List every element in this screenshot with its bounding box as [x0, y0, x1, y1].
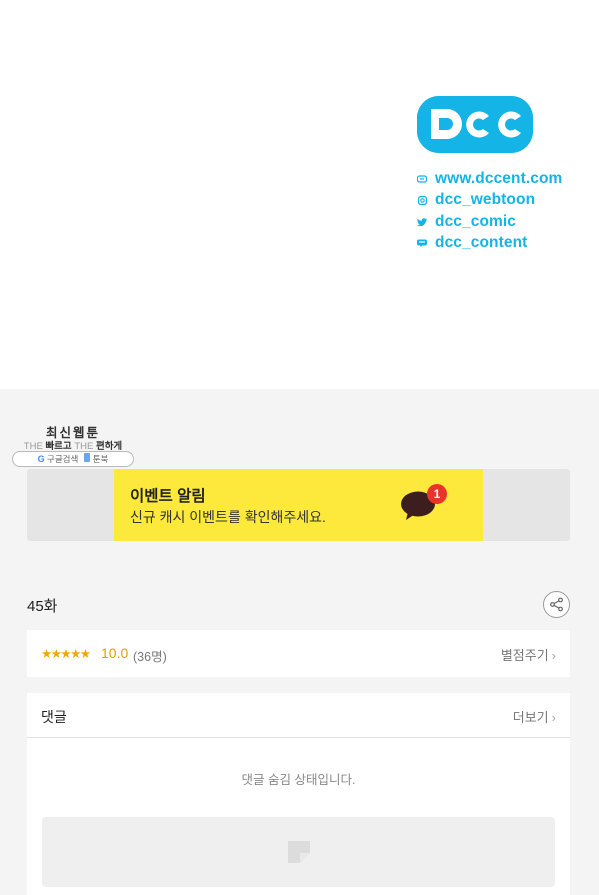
image-placeholder-icon	[288, 841, 310, 863]
rating-card: ★★★★★ 10.0 (36명) 별점주기 ›	[27, 630, 570, 677]
episode-title: 45화	[27, 598, 58, 615]
chevron-right-icon: ›	[551, 648, 556, 663]
comments-hidden-message: 댓글 숨김 상태입니다.	[241, 773, 356, 787]
link-twitter[interactable]: dcc_comic	[417, 211, 562, 233]
dcc-links: www.dccent.com dcc_webtoon dcc_comic dcc…	[417, 168, 562, 254]
content-text: dcc_content	[435, 234, 528, 252]
watermark-search-pill: G 구글검색 툰북	[12, 451, 134, 467]
link-instagram[interactable]: dcc_webtoon	[417, 190, 562, 212]
rating-stars: ★★★★★	[41, 647, 91, 661]
chevron-right-icon: ›	[551, 710, 556, 725]
web-icon	[417, 174, 427, 184]
rate-button[interactable]: 별점주기 ›	[501, 645, 556, 664]
watermark-subtitle: THE 빠르고 THE 편하게	[23, 441, 123, 452]
chat-icon	[417, 238, 427, 248]
ad-placeholder	[42, 817, 555, 887]
website-text: www.dccent.com	[435, 169, 563, 187]
event-banner[interactable]: 이벤트 알림 신규 캐시 이벤트를 확인해주세요. 1	[114, 469, 483, 541]
twitter-text: dcc_comic	[435, 212, 517, 230]
link-website[interactable]: www.dccent.com	[417, 168, 562, 190]
instagram-text: dcc_webtoon	[435, 191, 536, 209]
watermark-badge: 최신웹툰 THE 빠르고 THE 편하게 G 구글검색 툰북	[12, 420, 134, 468]
rating-score: 10.0	[101, 645, 129, 661]
rating-count: (36명)	[133, 650, 167, 664]
notification-badge: 1	[427, 484, 447, 504]
promo-area: www.dccent.com dcc_webtoon dcc_comic dcc…	[0, 0, 599, 389]
share-icon	[550, 597, 563, 612]
google-icon: G	[37, 454, 45, 464]
banner-text: 신규 캐시 이벤트를 확인해주세요.	[130, 509, 326, 525]
comment-header: 댓글 더보기 ›	[27, 693, 570, 738]
link-content[interactable]: dcc_content	[417, 233, 562, 255]
banner-title: 이벤트 알림	[130, 488, 206, 505]
book-icon	[84, 453, 91, 462]
share-button[interactable]	[543, 591, 570, 618]
comment-title: 댓글	[41, 709, 67, 725]
instagram-icon	[417, 195, 427, 205]
more-comments-button[interactable]: 더보기 ›	[513, 707, 556, 726]
dcc-logo	[417, 96, 533, 153]
comment-card: 댓글 더보기 › 댓글 숨김 상태입니다.	[27, 693, 570, 895]
twitter-icon	[417, 217, 427, 227]
